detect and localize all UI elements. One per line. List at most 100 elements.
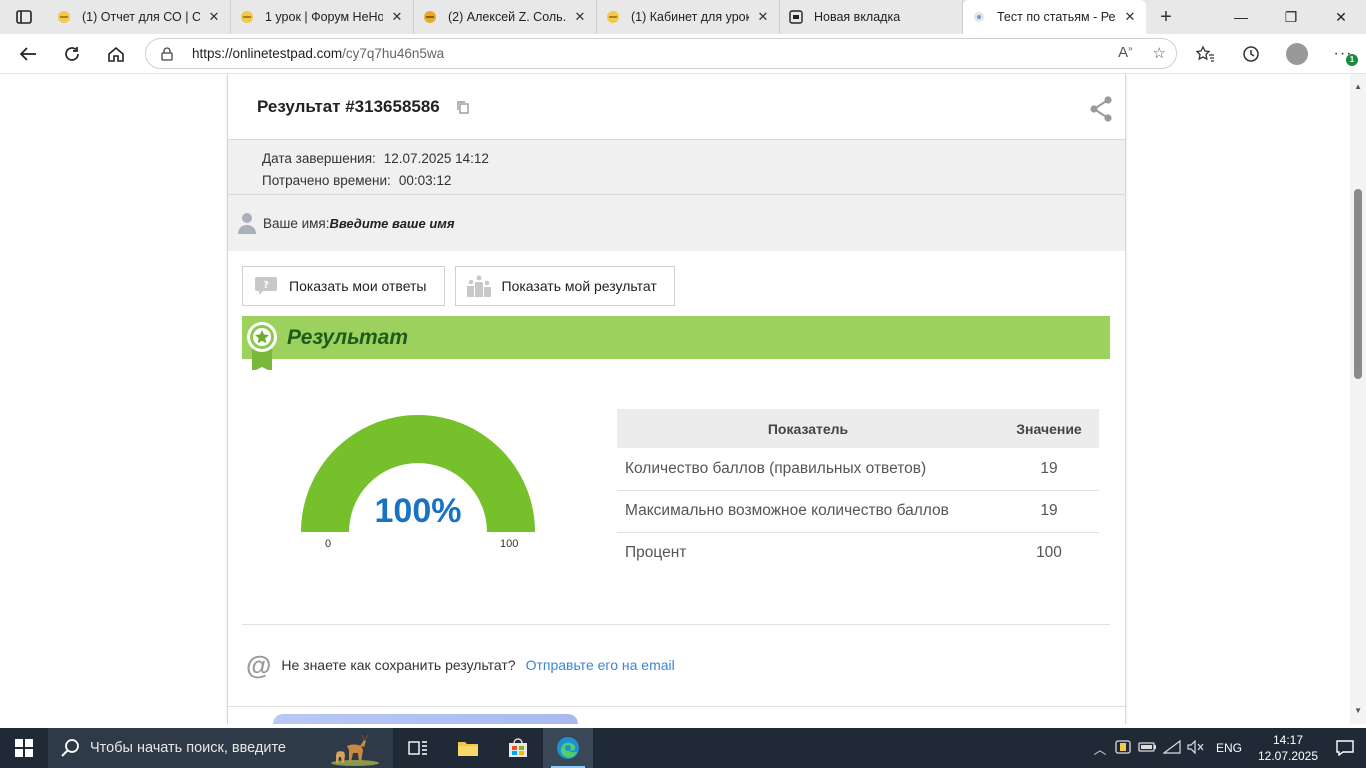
address-bar[interactable]: https://onlinetestpad.com/cy7q7hu46n5wa … <box>145 38 1177 69</box>
browser-tab-4[interactable]: (1) Кабинет для урок ✕ <box>597 0 780 34</box>
tab-title: (1) Отчет для СО | Стр <box>82 10 200 24</box>
language-indicator[interactable]: ENG <box>1216 741 1242 755</box>
bee-icon <box>422 9 438 25</box>
favorites-list-icon <box>1195 45 1214 62</box>
profile-button[interactable] <box>1274 34 1320 74</box>
chevron-up-icon[interactable]: ︿ <box>1088 739 1112 758</box>
result-banner: Результат <box>242 316 1110 370</box>
volume-muted-icon[interactable] <box>1184 739 1208 757</box>
user-icon <box>238 213 256 234</box>
settings-more-button[interactable]: ··· 1 <box>1320 34 1366 74</box>
name-input-link[interactable]: Введите ваше имя <box>330 216 455 231</box>
column-header-indicator: Показатель <box>617 409 999 448</box>
table-row: Процент 100 <box>617 532 1099 574</box>
tab-actions-button[interactable] <box>0 0 48 34</box>
share-icon[interactable] <box>1089 96 1113 122</box>
show-result-label: Показать мой результат <box>501 278 657 294</box>
clock-time: 14:17 <box>1272 733 1304 747</box>
table-header-row: Показатель Значение <box>617 409 1099 448</box>
browser-tab-1[interactable]: (1) Отчет для СО | Стр ✕ <box>48 0 231 34</box>
home-icon <box>108 46 124 62</box>
send-email-link[interactable]: Отправьте его на email <box>526 657 675 673</box>
time-spent-label: Потрачено времени: <box>262 173 391 188</box>
notification-center-button[interactable] <box>1324 740 1366 756</box>
page-viewport: Результат #313658586 Дата завершения: 12.… <box>0 74 1366 724</box>
task-view-button[interactable] <box>393 728 443 768</box>
row-value: 100 <box>1036 544 1062 562</box>
notification-icon <box>1336 740 1354 756</box>
result-header: Результат #313658586 <box>228 74 1125 140</box>
battery-warning-icon[interactable] <box>1112 739 1136 757</box>
partial-button[interactable] <box>273 714 578 724</box>
reload-button[interactable] <box>50 34 94 74</box>
home-button[interactable] <box>94 34 138 74</box>
back-button[interactable] <box>6 34 50 74</box>
copy-icon[interactable] <box>456 100 470 114</box>
browser-tab-2[interactable]: 1 урок | Форум НеНор ✕ <box>231 0 414 34</box>
url-path: /cy7q7hu46n5wa <box>342 46 445 61</box>
scroll-up-icon[interactable]: ▲ <box>1354 82 1362 91</box>
bee-icon <box>239 9 255 25</box>
row-label: Количество баллов (правильных ответов) <box>617 448 999 491</box>
table-row: Максимально возможное количество баллов … <box>617 490 1099 533</box>
browser-toolbar: https://onlinetestpad.com/cy7q7hu46n5wa … <box>0 34 1366 74</box>
result-stats-table: Показатель Значение Количество баллов (п… <box>617 409 1099 574</box>
battery-icon[interactable] <box>1136 741 1160 756</box>
close-tab-icon[interactable]: ✕ <box>206 9 222 25</box>
store-button[interactable] <box>493 728 543 768</box>
close-tab-icon[interactable]: ✕ <box>1122 9 1138 25</box>
test-icon <box>971 9 987 25</box>
close-tab-icon[interactable]: ✕ <box>389 9 405 25</box>
scroll-thumb[interactable] <box>1354 189 1362 379</box>
show-answers-button[interactable]: ? Показать мои ответы <box>242 266 445 306</box>
tab-title: Тест по статьям - Резу <box>997 10 1116 24</box>
new-tab-button[interactable]: + <box>1146 0 1186 34</box>
favorites-button[interactable] <box>1182 34 1228 74</box>
start-button[interactable] <box>0 728 48 768</box>
taskbar-clock[interactable]: 14:17 12.07.2025 <box>1252 732 1324 764</box>
banner-title: Результат <box>287 325 409 349</box>
edge-button[interactable] <box>543 728 593 768</box>
browser-tab-6-active[interactable]: Тест по статьям - Резу ✕ <box>963 0 1146 34</box>
table-row: Количество баллов (правильных ответов) 1… <box>617 448 1099 491</box>
column-header-value: Значение <box>999 409 1099 448</box>
finish-date-label: Дата завершения: <box>262 151 376 166</box>
notification-badge: 1 <box>1346 54 1358 66</box>
page-scrollbar[interactable] <box>1350 74 1366 724</box>
url-host: https://onlinetestpad.com <box>192 46 343 61</box>
show-result-button[interactable]: Показать мой результат <box>454 266 675 306</box>
close-tab-icon[interactable]: ✕ <box>755 9 771 25</box>
bee-icon <box>56 9 72 25</box>
close-window-button[interactable]: ✕ <box>1316 0 1366 34</box>
maximize-button[interactable]: ❐ <box>1266 0 1316 34</box>
folder-icon <box>458 742 478 756</box>
browser-tab-5[interactable]: Новая вкладка <box>780 0 963 34</box>
tab-title: (1) Кабинет для урок <box>631 10 749 24</box>
tab-actions-icon <box>16 10 32 24</box>
reload-icon <box>65 46 79 61</box>
tab-title: Новая вкладка <box>814 10 901 24</box>
favorite-star-icon[interactable]: ☆ <box>1153 44 1166 62</box>
system-tray: ︿ ENG 14:17 12.07.2025 <box>1088 728 1366 768</box>
windows-logo-icon <box>15 739 33 757</box>
deer-illustration-icon <box>331 734 379 766</box>
minimize-button[interactable]: — <box>1216 0 1266 34</box>
history-button[interactable] <box>1228 34 1274 74</box>
taskbar-search[interactable]: Чтобы начать поиск, введите <box>48 728 393 768</box>
history-icon <box>1243 46 1259 62</box>
file-explorer-button[interactable] <box>443 728 493 768</box>
back-arrow-icon <box>19 46 36 61</box>
tab-title: 1 урок | Форум НеНор <box>265 10 383 24</box>
scroll-down-icon[interactable]: ▼ <box>1354 706 1362 715</box>
email-at-icon: @ <box>246 650 272 680</box>
close-tab-icon[interactable]: ✕ <box>572 9 588 25</box>
browser-tab-strip: (1) Отчет для СО | Стр ✕ 1 урок | Форум … <box>0 0 1366 34</box>
read-aloud-icon[interactable]: A» <box>1118 44 1132 62</box>
wifi-icon[interactable] <box>1160 739 1184 757</box>
browser-tab-3[interactable]: (2) Алексей Z. Соль. Н ✕ <box>414 0 597 34</box>
gauge-percent: 100% <box>374 492 462 530</box>
search-icon <box>61 739 79 757</box>
finish-date-value: 12.07.2025 14:12 <box>383 151 489 166</box>
bee-icon <box>605 9 621 25</box>
save-question: Не знаете как сохранить результат? <box>281 657 516 673</box>
